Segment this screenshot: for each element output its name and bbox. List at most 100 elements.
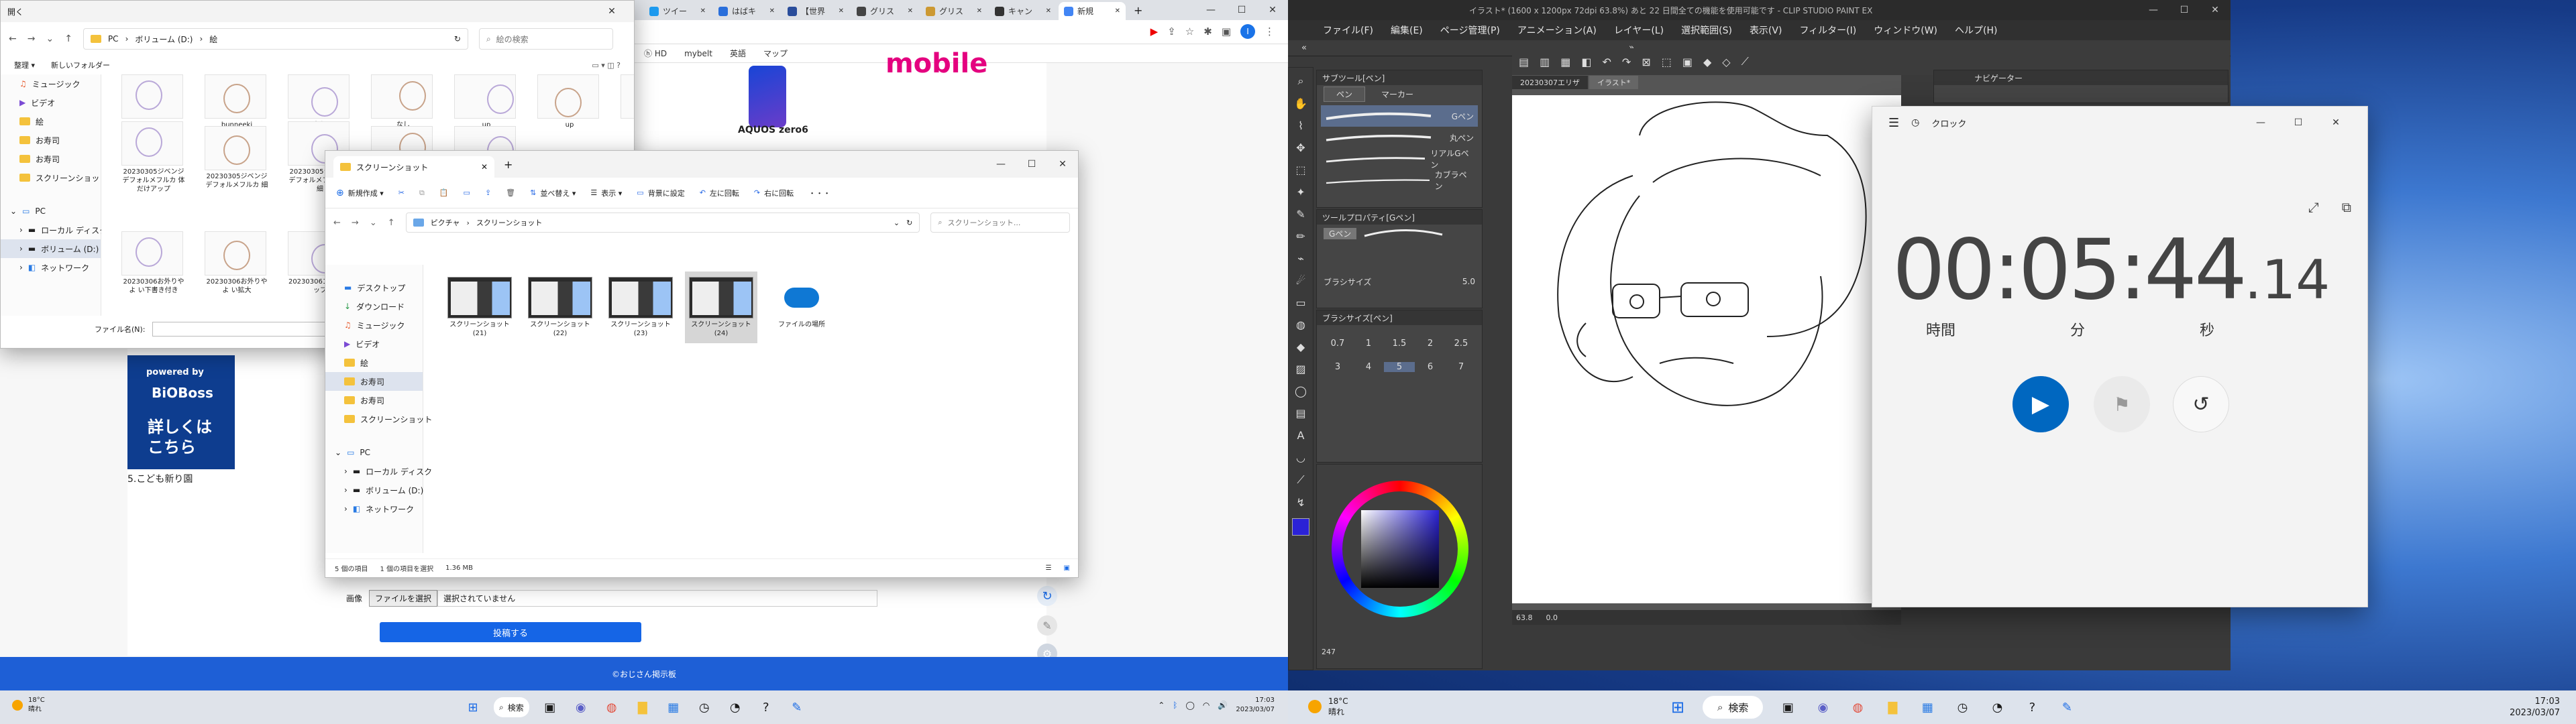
tab-screenshots[interactable]: スクリーンショット ✕ — [333, 156, 494, 178]
help-icon[interactable]: ? — [756, 697, 776, 717]
breadcrumb[interactable]: PC › ボリューム (D:) › 絵 ↻ — [83, 28, 468, 50]
share-icon[interactable]: ⇪ — [485, 188, 491, 197]
new-tab-icon[interactable]: + — [1134, 4, 1142, 17]
menu-item[interactable]: 編集(E) — [1391, 23, 1423, 37]
file-item[interactable]: ファイルの場所 — [765, 272, 838, 335]
chevron-down-icon[interactable]: ⌄ — [894, 219, 900, 227]
nav-item-volume-d[interactable]: › ▬ ボリューム (D:) — [1, 239, 101, 258]
taskbar-search[interactable]: ⌕ 検索 — [494, 697, 529, 717]
wifi-icon[interactable]: ◠ — [1203, 701, 1210, 710]
clock-app-icon[interactable]: ◷ — [694, 697, 714, 717]
bookmark-item[interactable]: mybelt — [684, 49, 712, 58]
brush-size-option[interactable]: 2 — [1415, 339, 1446, 349]
organize-button[interactable]: 整理 ▾ — [14, 60, 35, 70]
wand-icon[interactable]: ✦ — [1296, 186, 1305, 198]
tab-pen[interactable]: ペン — [1324, 86, 1366, 102]
eraser-icon[interactable]: ▭ — [1295, 296, 1305, 309]
search-input[interactable]: ⌕ スクリーンショット... — [930, 213, 1070, 233]
clip-studio-icon[interactable]: ✎ — [2057, 697, 2077, 717]
star-icon[interactable]: ☆ — [1185, 25, 1194, 38]
brush-size-option[interactable]: 0.7 — [1322, 339, 1353, 349]
back-arrow-icon[interactable]: ← — [9, 34, 17, 44]
nav-item-pc[interactable]: ⌄ ▭ PC — [1, 202, 101, 221]
maximize-button[interactable]: ☐ — [1226, 0, 1257, 21]
bookmark-item[interactable]: 英語 — [730, 48, 746, 59]
network-icon[interactable]: ◯ — [1185, 701, 1194, 710]
close-button[interactable]: ✕ — [1257, 0, 1288, 21]
pen-icon[interactable]: ✎ — [1296, 208, 1305, 221]
hand-icon[interactable]: ✋ — [1294, 97, 1307, 110]
tray-time[interactable]: 17:03 — [1236, 696, 1275, 705]
paste-icon[interactable]: 📋 — [439, 188, 449, 197]
nav-item-network[interactable]: › ◧ ネットワーク — [325, 499, 423, 518]
start-icon[interactable]: ⊞ — [463, 697, 483, 717]
copy-icon[interactable]: ⧉ — [419, 188, 425, 198]
sidebar-icon[interactable]: ▣ — [1222, 25, 1231, 38]
nav-item-music[interactable]: ♫ ミュージック — [325, 316, 423, 335]
chrome-tab[interactable]: キャン ✕ — [989, 2, 1057, 20]
app-icon[interactable]: ◔ — [725, 697, 745, 717]
brush-size-option[interactable]: 7 — [1446, 362, 1477, 372]
start-icon[interactable]: ⊞ — [1668, 697, 1688, 717]
panel-collapse-icon[interactable]: « — [1301, 43, 1307, 53]
bookmark-item[interactable]: ⓗ HD — [644, 48, 667, 59]
more-button[interactable]: ・・・ — [808, 188, 830, 198]
maximize-button[interactable]: ☐ — [2283, 112, 2314, 133]
pencil-icon[interactable]: ✏ — [1296, 230, 1305, 243]
file-item[interactable]: スクリーンショット (23) — [604, 272, 677, 343]
close-button[interactable]: ✕ — [1047, 154, 1078, 175]
refresh-icon[interactable]: ↻ — [906, 219, 912, 227]
maximize-button[interactable]: ☐ — [1016, 154, 1047, 175]
weather-widget[interactable]: 18°C 晴れ — [12, 696, 45, 715]
menu-item[interactable]: アニメーション(A) — [1517, 23, 1597, 37]
avatar[interactable]: I — [1240, 24, 1255, 39]
breadcrumb-item[interactable]: スクリーンショット — [476, 217, 542, 228]
fill-bucket-icon[interactable]: ◆ — [1703, 56, 1711, 68]
close-tab-icon[interactable]: ✕ — [839, 7, 844, 15]
menu-item[interactable]: 表示(V) — [1750, 23, 1782, 37]
move-icon[interactable]: ✥ — [1296, 141, 1305, 154]
deselect-icon[interactable]: ▣ — [1682, 56, 1693, 68]
close-tab-icon[interactable]: ✕ — [769, 7, 775, 15]
undo-icon[interactable]: ↶ — [1603, 56, 1611, 68]
breadcrumb-item[interactable]: 絵 — [209, 34, 217, 45]
zoom-icon[interactable]: ⌕ — [1298, 74, 1304, 88]
doc-tab[interactable]: イラスト* — [1589, 76, 1639, 89]
file-item[interactable]: 20230305ジベンジ デフォルメフルカ 細 — [205, 125, 269, 190]
close-button[interactable]: ✕ — [2200, 0, 2231, 21]
lap-button[interactable]: ⚑ — [2094, 376, 2150, 432]
menu-item[interactable]: ファイル(F) — [1323, 23, 1373, 37]
compact-overlay-icon[interactable]: ⧉ — [2342, 199, 2351, 215]
pen-item[interactable]: Gペン — [1321, 105, 1478, 127]
brush-size-option[interactable]: 2.5 — [1446, 339, 1477, 349]
share-icon[interactable]: ⇪ — [1167, 25, 1176, 38]
open-icon[interactable]: ▥ — [1540, 56, 1550, 68]
forward-arrow-icon[interactable]: → — [352, 218, 359, 228]
redo-icon[interactable]: ↷ — [1622, 56, 1631, 68]
nav-item-downloads[interactable]: ↓ ダウンロード — [325, 297, 423, 316]
chrome-tab[interactable]: ツイー ✕ — [644, 2, 711, 20]
tab-marker[interactable]: マーカー — [1369, 87, 1426, 101]
pen-item[interactable]: リアルGペン — [1321, 148, 1478, 170]
chevron-up-icon[interactable]: ⌃ — [1158, 701, 1165, 710]
app-icon[interactable]: ◔ — [1987, 697, 2007, 717]
zoom-readout[interactable]: 63.8 — [1516, 613, 1533, 622]
nav-item-video[interactable]: ▶ ビデオ — [1, 93, 101, 112]
extensions-icon[interactable]: ✱ — [1203, 25, 1212, 38]
nav-item-desktop[interactable]: ▬ デスクトップ — [325, 278, 423, 297]
close-button[interactable]: ✕ — [2320, 112, 2351, 133]
rename-icon[interactable]: ▭ — [464, 188, 470, 197]
chrome-tab[interactable]: 新規 ✕ — [1059, 2, 1126, 20]
brush-size-option[interactable]: 6 — [1415, 362, 1446, 372]
teams-chat-icon[interactable]: ◉ — [1813, 697, 1833, 717]
blend-icon[interactable]: ◍ — [1296, 318, 1305, 331]
weather-widget[interactable]: 18°C 晴れ — [1308, 696, 1348, 717]
delete-icon[interactable]: 🗑 — [506, 188, 515, 197]
file-item[interactable]: 20230305ジベンジ デフォルメフルカ 体だけアップ — [121, 121, 186, 194]
file-item[interactable]: up — [621, 74, 634, 129]
file-item[interactable]: スクリーンショット (21) — [443, 272, 516, 343]
phone-label[interactable]: AQUOS zero6 — [738, 125, 808, 135]
dropdown-icon[interactable]: ⌄ — [370, 218, 377, 228]
file-select-button[interactable]: ファイルを選択 — [369, 590, 438, 607]
menu-icon[interactable]: ☰ — [1888, 116, 1899, 130]
